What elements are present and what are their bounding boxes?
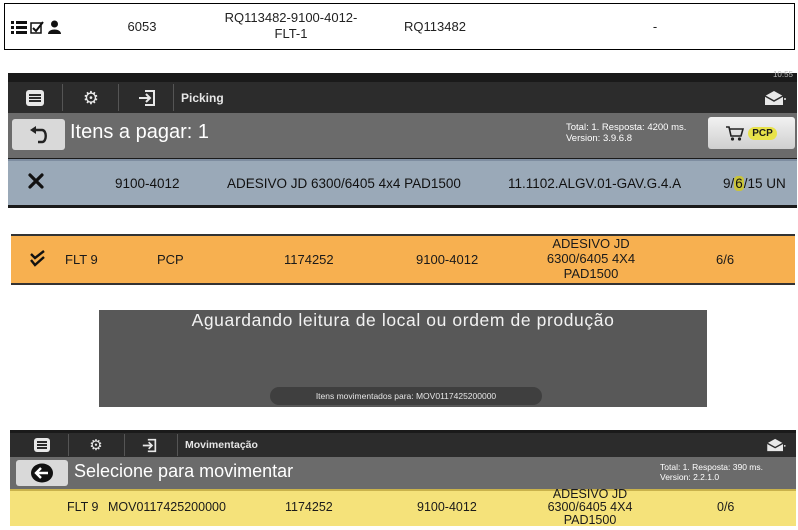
order-number: 1174252 [285,500,333,514]
order-number: 1174252 [284,252,334,267]
status-version: Version: 2.2.1.0 [660,472,720,482]
select-title: Selecione para movimentar [74,461,294,481]
cart-icon [726,125,745,141]
menu-button[interactable] [28,436,56,454]
production-order-row[interactable]: FLT 9 PCP 1174252 9100-4012 ADESIVO JD 6… [11,234,795,285]
settings-button[interactable]: ⚙ [82,435,110,455]
toolbar-title: Movimentação [185,439,258,451]
movement-toolbar: ⚙ Movimentação [10,433,796,457]
row-actions [11,20,62,34]
desc-line2: 6300/6405 4X4 [546,251,636,266]
waiting-panel: Aguardando leitura de local ou ordem de … [99,310,707,407]
qty-picked: 9/ [723,176,735,191]
toolbar-title: Picking [181,91,224,105]
picking-toolbar: ⚙ Picking [8,82,797,113]
response-status: Total: 1. Resposta: 4200 ms. Version: 3.… [566,122,686,144]
menu-button[interactable] [20,88,50,108]
qty-highlight: 6 [734,176,744,191]
movement-subbar: Selecione para movimentar Total: 1. Resp… [10,457,796,489]
qty-total: /15 UN [743,176,786,191]
pcp-label: PCP [748,126,777,140]
desc-line3: PAD1500 [563,513,617,527]
login-button[interactable] [135,435,163,455]
status-total: Total: 1. Resposta: 390 ms. [660,462,763,472]
item-code: 9100-4012 [417,500,477,514]
line-label: FLT 9 [65,252,98,267]
waiting-message: Aguardando leitura de local ou ordem de … [191,310,615,330]
item-description: ADESIVO JD 6300/6405 4X4 PAD1500 [510,488,670,527]
menu-icon [34,438,50,452]
order-table-row[interactable]: 6053 RQ113482-9100-4012- FLT-1 RQ113482 … [4,3,795,50]
line-label: FLT 9 [67,500,99,514]
back-button[interactable] [16,460,68,486]
desc-line3: PAD1500 [563,266,619,281]
response-status: Total: 1. Resposta: 390 ms. Version: 2.2… [660,462,763,482]
mail-icon [764,90,786,106]
back-button[interactable] [12,119,65,150]
picking-screen: 10:55 ⚙ Picking Itens a pagar: 1 Total: … [8,70,797,208]
item-code: 9100-4012 [115,176,180,191]
request-code: RQ113482 [404,19,466,34]
left-arrow-circle-icon [31,463,53,483]
quantity: 0/6 [717,500,735,514]
movement-id: MOV0117425200000 [108,500,226,514]
gear-icon: ⚙ [82,88,100,108]
quantity: 6/6 [716,252,735,267]
item-description: ADESIVO JD 6300/6405 4x4 PAD1500 [227,176,461,191]
login-icon [142,438,157,453]
moved-items-toast: Itens movimentados para: MOV011742520000… [270,387,542,405]
item-code: 9100-4012 [416,252,479,267]
list-icon[interactable] [11,20,27,34]
double-check-icon [30,250,46,268]
checkbox-icon[interactable] [30,20,44,34]
login-icon [138,89,156,107]
menu-icon [26,90,44,106]
status-version: Version: 3.9.6.8 [566,133,633,144]
messages-button[interactable] [760,87,790,109]
empty-value: - [652,19,658,34]
login-button[interactable] [132,87,162,109]
order-code-line2: FLT-1 [274,26,308,41]
order-id: 6053 [127,19,157,34]
movement-screen: ⚙ Movimentação Selecione para movimentar… [10,430,796,527]
picking-item-row[interactable]: 9100-4012 ADESIVO JD 6300/6405 4x4 PAD15… [8,159,797,205]
close-icon[interactable] [28,173,44,189]
item-quantity: 9/6/15 UN [723,176,786,191]
mail-icon [766,438,786,452]
picking-subbar: Itens a pagar: 1 Total: 1. Resposta: 420… [8,113,797,158]
order-code-line1: RQ113482-9100-4012- [224,10,358,25]
items-title: Itens a pagar: 1 [70,121,209,143]
item-location: 11.1102.ALGV.01-GAV.G.4.A [508,176,682,191]
movement-item-row[interactable]: FLT 9 MOV0117425200000 1174252 9100-4012… [10,488,796,527]
gear-icon: ⚙ [89,436,103,454]
order-code: RQ113482-9100-4012- FLT-1 [201,10,381,42]
user-icon[interactable] [47,20,62,34]
settings-button[interactable]: ⚙ [76,87,106,109]
item-description: ADESIVO JD 6300/6405 4X4 PAD1500 [511,236,671,281]
pcp-button[interactable]: PCP [708,117,795,149]
status-time: 10:55 [772,70,793,79]
type-label: PCP [157,252,184,267]
messages-button[interactable] [762,435,790,455]
status-total: Total: 1. Resposta: 4200 ms. [566,122,687,133]
desc-line1: ADESIVO JD [552,236,630,251]
back-arrow-icon [28,125,50,144]
